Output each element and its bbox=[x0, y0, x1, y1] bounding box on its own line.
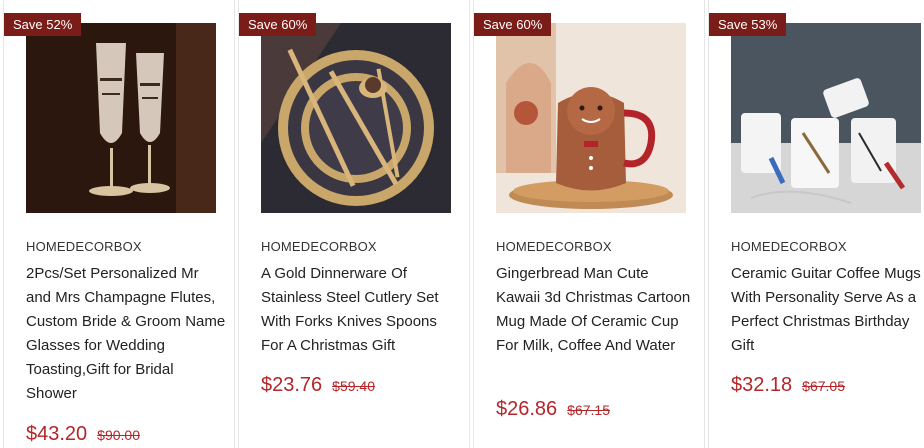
gingerbread-mug-image bbox=[496, 23, 686, 213]
original-price: $67.05 bbox=[802, 378, 845, 394]
original-price: $67.15 bbox=[567, 402, 610, 418]
champagne-flutes-image bbox=[26, 23, 216, 213]
product-grid: Save 52% HOMEDECORBOX 2Pcs/Set Personali… bbox=[0, 0, 924, 448]
product-card[interactable]: Save 52% HOMEDECORBOX 2Pcs/Set Personali… bbox=[3, 0, 235, 448]
original-price: $90.00 bbox=[97, 427, 140, 443]
sale-price: $26.86 bbox=[496, 398, 558, 420]
product-image[interactable] bbox=[731, 23, 921, 213]
product-brand[interactable]: HOMEDECORBOX bbox=[26, 239, 142, 254]
discount-badge: Save 53% bbox=[709, 13, 787, 36]
discount-badge: Save 52% bbox=[4, 13, 82, 36]
price-row: $32.18 $67.05 bbox=[731, 374, 845, 397]
product-title[interactable]: Gingerbread Man Cute Kawaii 3d Christmas… bbox=[496, 262, 696, 358]
product-brand[interactable]: HOMEDECORBOX bbox=[731, 239, 847, 254]
product-title[interactable]: Ceramic Guitar Coffee Mugs With Personal… bbox=[731, 262, 924, 358]
product-brand[interactable]: HOMEDECORBOX bbox=[496, 239, 612, 254]
sale-price: $32.18 bbox=[731, 374, 793, 396]
product-card[interactable]: Save 60% HOMEDECORBOX Gingerbread Man Cu… bbox=[473, 0, 705, 448]
product-card[interactable]: Save 53% HOMEDECORBOX Ceramic Guitar Cof… bbox=[708, 0, 924, 448]
product-brand[interactable]: HOMEDECORBOX bbox=[261, 239, 377, 254]
price-row: $43.20 $90.00 bbox=[26, 423, 140, 446]
product-image[interactable] bbox=[496, 23, 686, 213]
product-title[interactable]: A Gold Dinnerware Of Stainless Steel Cut… bbox=[261, 262, 461, 358]
sale-price: $43.20 bbox=[26, 423, 88, 445]
discount-badge: Save 60% bbox=[239, 13, 317, 36]
price-row: $23.76 $59.40 bbox=[261, 374, 375, 397]
product-image[interactable] bbox=[261, 23, 451, 213]
guitar-mugs-image bbox=[731, 23, 921, 213]
gold-dinnerware-image bbox=[261, 23, 451, 213]
sale-price: $23.76 bbox=[261, 374, 323, 396]
product-card[interactable]: Save 60% HOMEDECORBOX A Gold Dinnerware … bbox=[238, 0, 470, 448]
discount-badge: Save 60% bbox=[474, 13, 552, 36]
product-title[interactable]: 2Pcs/Set Personalized Mr and Mrs Champag… bbox=[26, 262, 226, 406]
price-row: $26.86 $67.15 bbox=[496, 398, 610, 421]
original-price: $59.40 bbox=[332, 378, 375, 394]
product-image[interactable] bbox=[26, 23, 216, 213]
